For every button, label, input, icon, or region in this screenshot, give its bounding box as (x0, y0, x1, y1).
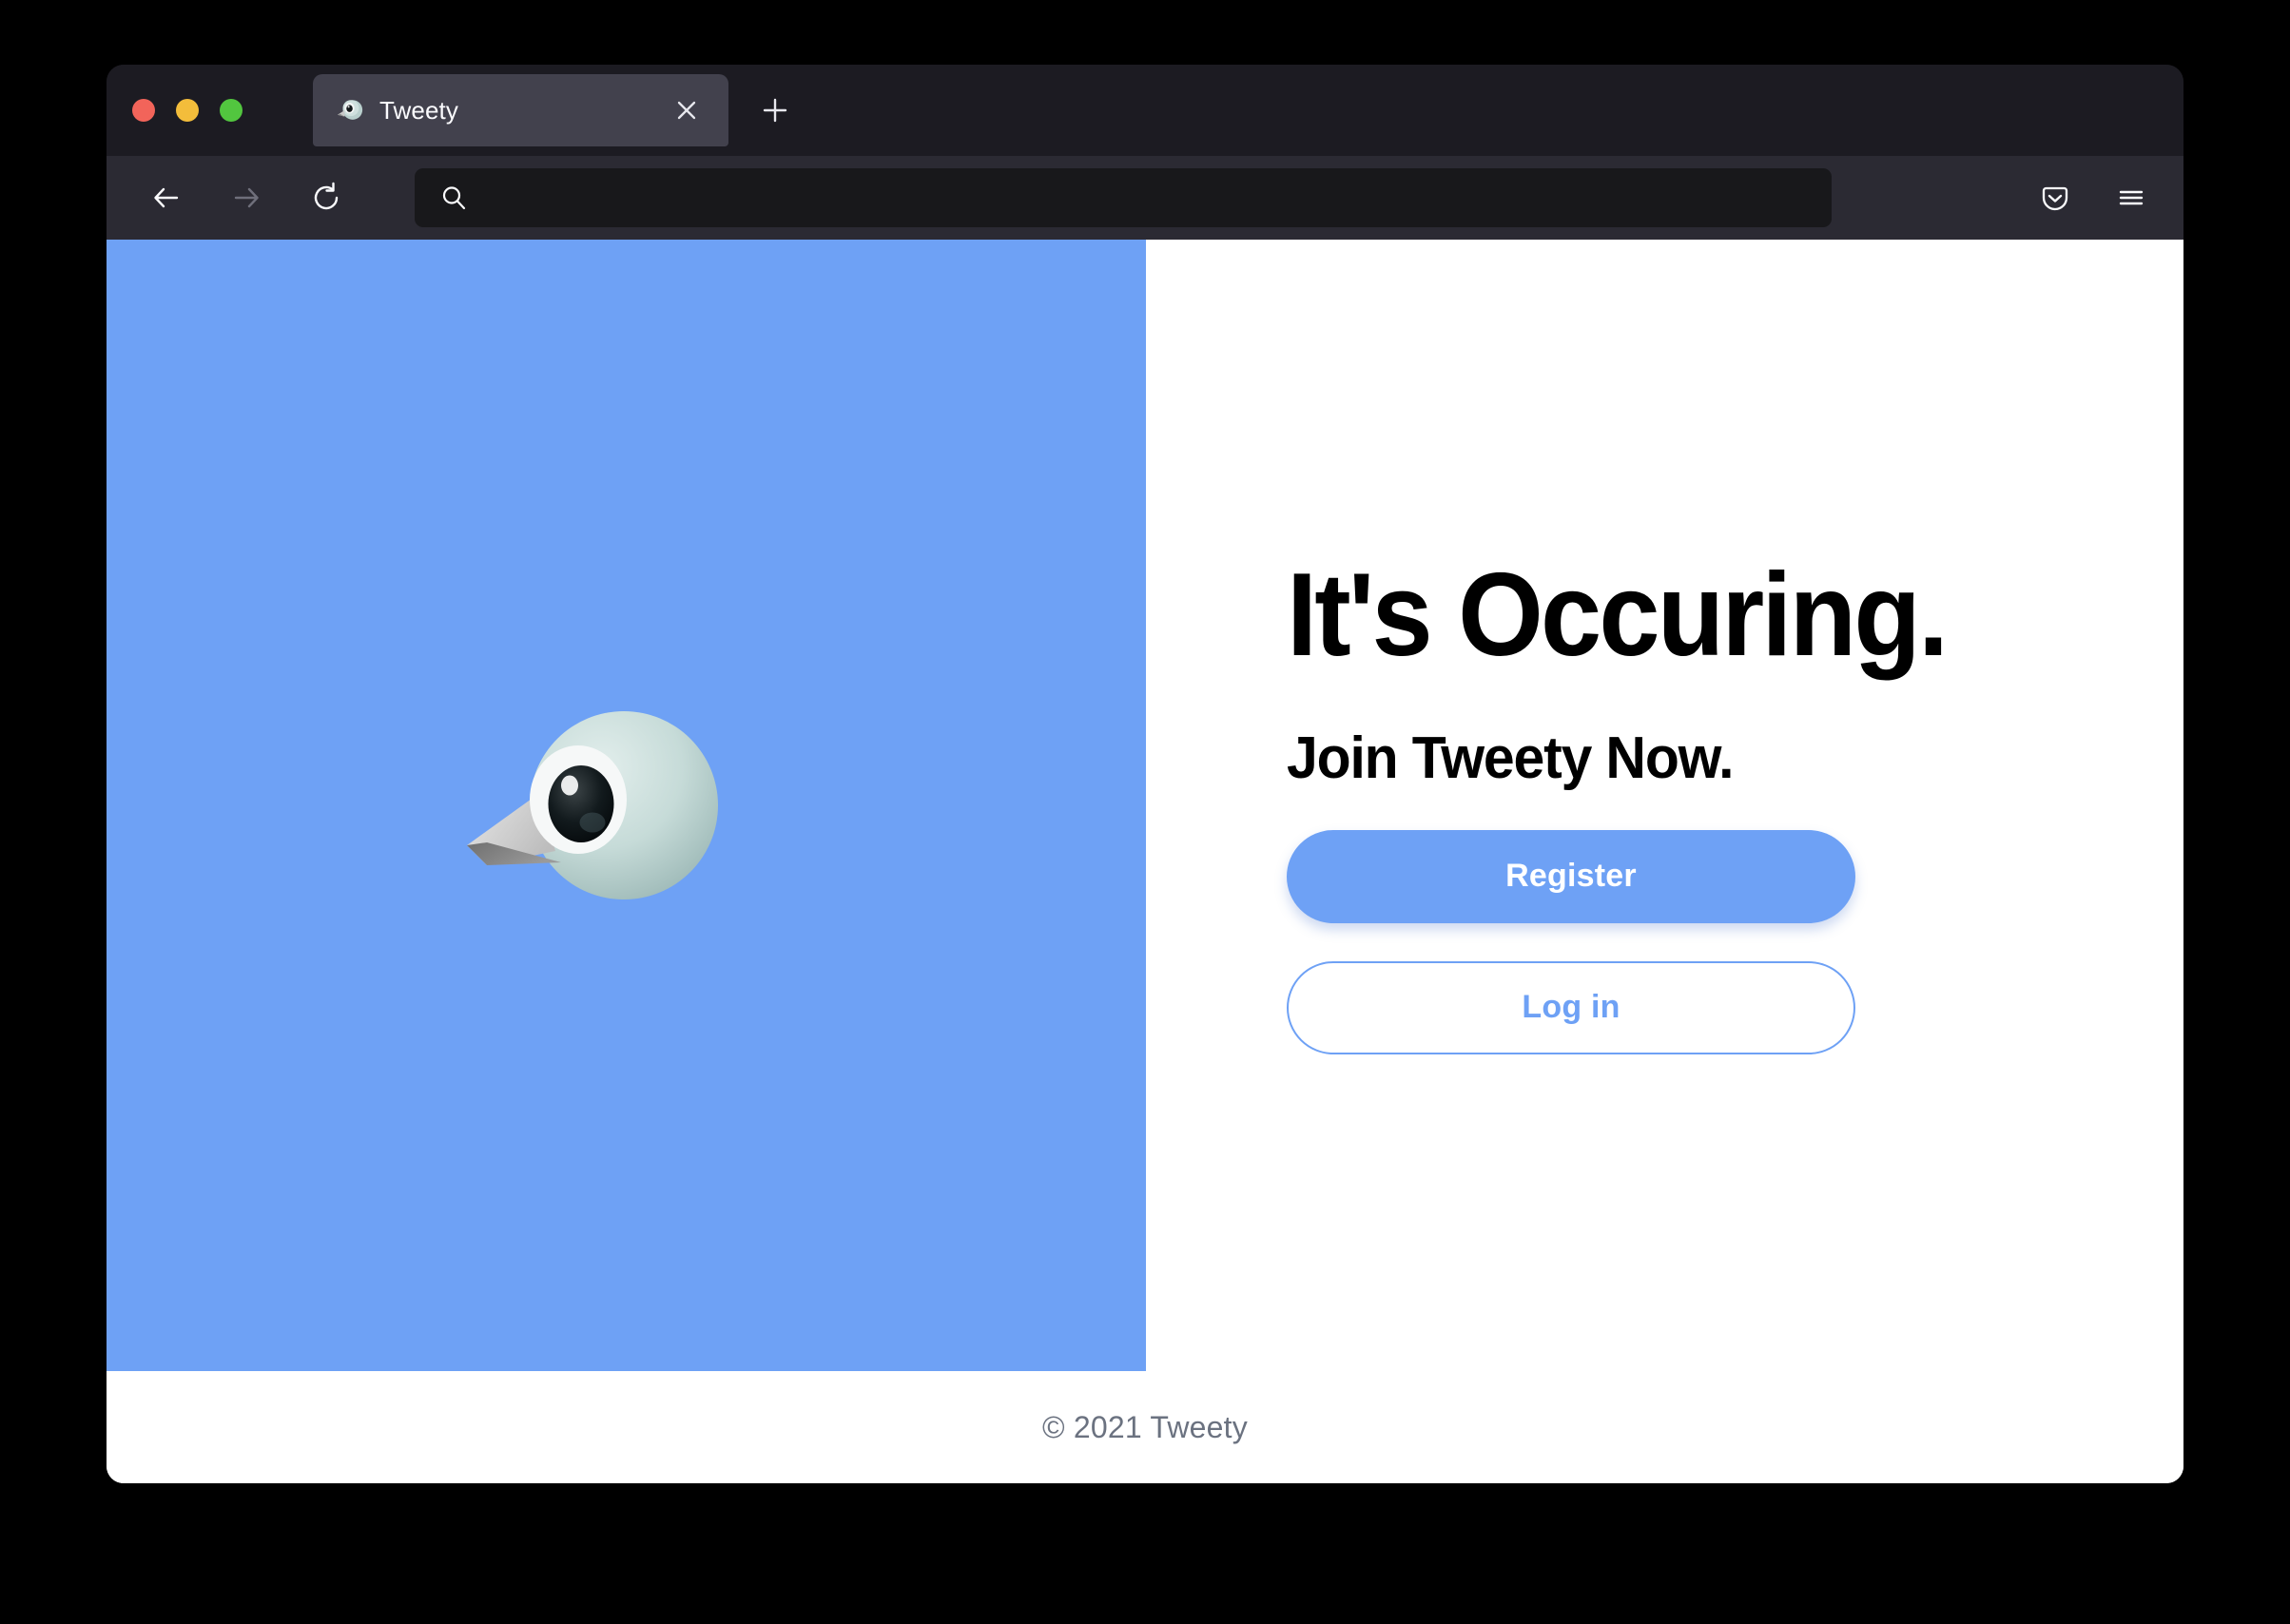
toolbar-actions (2024, 166, 2163, 229)
page-footer: © 2021 Tweety (107, 1371, 2183, 1483)
browser-window: Tweety It's Occuring. Join Tweety Now. R… (107, 65, 2183, 1483)
close-tab-button[interactable] (666, 89, 708, 131)
pocket-icon (2042, 186, 2068, 211)
hamburger-menu-icon (2119, 190, 2144, 205)
search-icon (442, 186, 466, 210)
bird-favicon-icon (337, 100, 363, 120)
pocket-button[interactable] (2024, 166, 2086, 229)
close-icon (677, 101, 696, 120)
tab-strip: Tweety (107, 65, 2183, 156)
address-input[interactable] (485, 184, 1807, 212)
back-button[interactable] (135, 166, 198, 229)
page-headline: It's Occuring. (1287, 550, 1949, 682)
maximize-window-button[interactable] (220, 99, 243, 122)
window-controls (107, 99, 259, 122)
tab-title: Tweety (379, 95, 458, 125)
plus-icon (763, 98, 787, 123)
register-button[interactable]: Register (1287, 829, 1855, 923)
hero-panel (107, 240, 1146, 1371)
app-menu-button[interactable] (2100, 166, 2163, 229)
arrow-left-icon (154, 187, 179, 208)
new-tab-button[interactable] (749, 85, 801, 136)
forward-button[interactable] (215, 166, 278, 229)
cta-panel: It's Occuring. Join Tweety Now. Register… (1146, 240, 2183, 1371)
close-window-button[interactable] (132, 99, 155, 122)
reload-icon (314, 182, 339, 210)
arrow-right-icon (234, 187, 259, 208)
navigation-toolbar (107, 156, 2183, 240)
page-viewport: It's Occuring. Join Tweety Now. Register… (107, 240, 2183, 1483)
tab-tweety[interactable]: Tweety (313, 74, 728, 146)
page-main: It's Occuring. Join Tweety Now. Register… (107, 240, 2183, 1371)
address-bar[interactable] (415, 168, 1832, 227)
page-subheading: Join Tweety Now. (1287, 725, 1735, 792)
minimize-window-button[interactable] (176, 99, 199, 122)
reload-button[interactable] (295, 166, 358, 229)
copyright-text: © 2021 Tweety (1042, 1409, 1248, 1444)
bird-emoji-icon (466, 711, 718, 899)
login-button[interactable]: Log in (1287, 960, 1855, 1054)
